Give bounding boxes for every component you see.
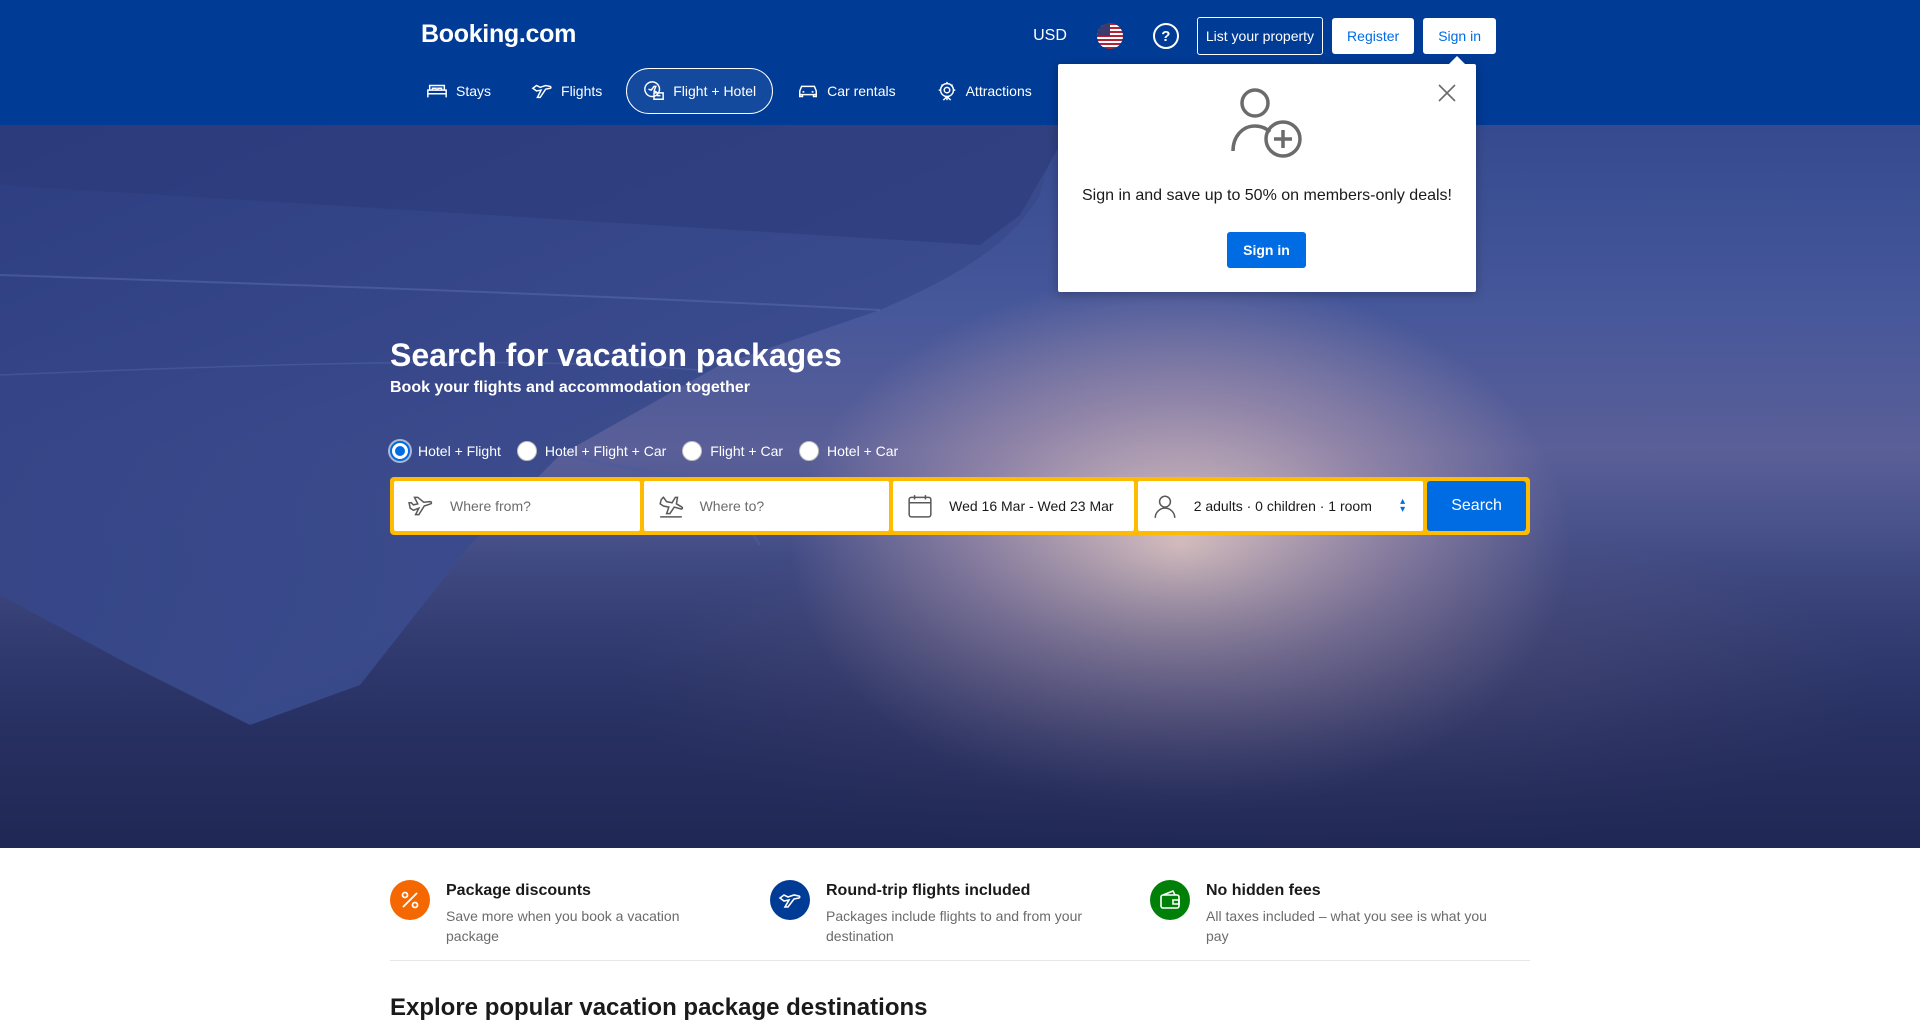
booking-logo[interactable]: Booking.com	[421, 20, 576, 49]
flight-hotel-icon	[644, 81, 665, 100]
radio-label: Flight + Car	[710, 443, 784, 459]
hero-title: Search for vacation packages	[390, 337, 842, 373]
feature-title: No hidden fees	[1206, 882, 1321, 899]
guests-field[interactable]: 2 adults · 0 children · 1 room ▴ ▾	[1137, 481, 1424, 531]
search-bar: Where from? Where to? Wed 16 Mar - Wed 2…	[390, 477, 1530, 535]
calendar-icon	[908, 495, 932, 518]
plane-takeoff-icon	[408, 496, 433, 516]
radio-hotel-flight-car[interactable]: Hotel + Flight + Car	[516, 441, 667, 461]
plane-icon	[770, 880, 810, 920]
nav-item-label: Car rentals	[827, 83, 896, 99]
person-icon	[1154, 495, 1176, 518]
feature-description: All taxes included – what you see is wha…	[1206, 908, 1487, 944]
feature-description: Packages include flights to and from you…	[826, 908, 1083, 944]
feature-round-trip: Round-trip flights included Packages inc…	[770, 880, 1150, 946]
nav-item-label: Flights	[561, 83, 603, 99]
wallet-icon	[1150, 880, 1190, 920]
list-property-button[interactable]: List your property	[1196, 17, 1324, 55]
search-button[interactable]: Search	[1427, 481, 1526, 531]
feature-title: Package discounts	[446, 882, 591, 899]
nav-item-stays[interactable]: Stays	[410, 68, 507, 114]
feature-title: Round-trip flights included	[826, 882, 1031, 899]
section-divider	[390, 960, 1530, 961]
radio-hotel-car[interactable]: Hotel + Car	[799, 441, 898, 461]
hero-section: Search for vacation packages Book your f…	[0, 125, 1920, 848]
radio-label: Hotel + Flight + Car	[544, 443, 667, 459]
plane-landing-icon	[658, 496, 683, 518]
feature-description: Save more when you book a vacation packa…	[446, 908, 680, 944]
package-type-selector: Hotel + Flight Hotel + Flight + Car Flig…	[390, 441, 914, 461]
help-icon[interactable]: ?	[1152, 23, 1179, 49]
radio-button[interactable]	[390, 441, 410, 461]
nav-item-label: Attractions	[965, 83, 1032, 99]
nav-item-label: Flight + Hotel	[673, 83, 757, 99]
radio-button[interactable]	[516, 441, 537, 461]
feature-text: Round-trip flights included Packages inc…	[826, 880, 1116, 946]
radio-label: Hotel + Car	[827, 443, 899, 459]
header-actions: USD ? List your property Register Sign i…	[1033, 17, 1496, 55]
date-value: Wed 16 Mar - Wed 23 Mar	[949, 498, 1114, 514]
sign-in-button[interactable]: Sign in	[1423, 18, 1496, 54]
nav-item-attractions[interactable]: Attractions	[920, 68, 1048, 114]
plane-icon	[531, 84, 552, 99]
features-row: Package discounts Save more when you boo…	[390, 880, 1530, 946]
feature-text: No hidden fees All taxes included – what…	[1206, 880, 1496, 946]
nav-item-flight-hotel[interactable]: Flight + Hotel	[626, 68, 774, 114]
origin-placeholder: Where from?	[450, 498, 531, 514]
bed-icon	[427, 84, 447, 98]
hero-subtitle: Book your flights and accommodation toge…	[390, 379, 751, 396]
nav-item-label: Stays	[456, 83, 492, 99]
popover-message: Sign in and save up to 50% on members-on…	[1082, 187, 1452, 204]
percent-icon	[390, 880, 430, 920]
site-header: Booking.com USD ? List your property Reg…	[0, 0, 1920, 125]
attractions-icon	[938, 81, 955, 101]
main-nav: Stays Flights Flight + Hotel Car rentals…	[410, 68, 1056, 114]
destination-field[interactable]: Where to?	[643, 481, 890, 531]
radio-hotel-flight[interactable]: Hotel + Flight	[390, 441, 501, 461]
origin-field[interactable]: Where from?	[394, 481, 640, 531]
user-plus-icon	[1231, 88, 1302, 158]
close-icon[interactable]	[1436, 82, 1458, 104]
sign-in-popover: Sign in and save up to 50% on members-on…	[1058, 56, 1476, 292]
chevron-up-down-icon: ▴ ▾	[1400, 496, 1406, 515]
radio-flight-car[interactable]: Flight + Car	[682, 441, 783, 461]
feature-no-hidden-fees: No hidden fees All taxes included – what…	[1150, 880, 1530, 946]
guests-value: 2 adults · 0 children · 1 room	[1193, 498, 1372, 514]
popular-destinations-heading: Explore popular vacation package destina…	[390, 994, 928, 1021]
car-icon	[799, 85, 818, 98]
feature-text: Package discounts Save more when you boo…	[446, 880, 736, 946]
currency-selector[interactable]: USD	[1033, 27, 1067, 45]
register-button[interactable]: Register	[1332, 18, 1415, 54]
popover-sign-in-button[interactable]: Sign in	[1227, 232, 1306, 268]
destination-placeholder: Where to?	[699, 498, 765, 514]
radio-button[interactable]	[799, 441, 820, 461]
date-field[interactable]: Wed 16 Mar - Wed 23 Mar	[893, 481, 1134, 531]
us-flag-icon[interactable]	[1096, 23, 1123, 49]
nav-item-flights[interactable]: Flights	[515, 68, 618, 114]
radio-button[interactable]	[682, 441, 703, 461]
feature-package-discounts: Package discounts Save more when you boo…	[390, 880, 770, 946]
radio-label: Hotel + Flight	[418, 443, 501, 459]
nav-item-car-rentals[interactable]: Car rentals	[781, 68, 911, 114]
